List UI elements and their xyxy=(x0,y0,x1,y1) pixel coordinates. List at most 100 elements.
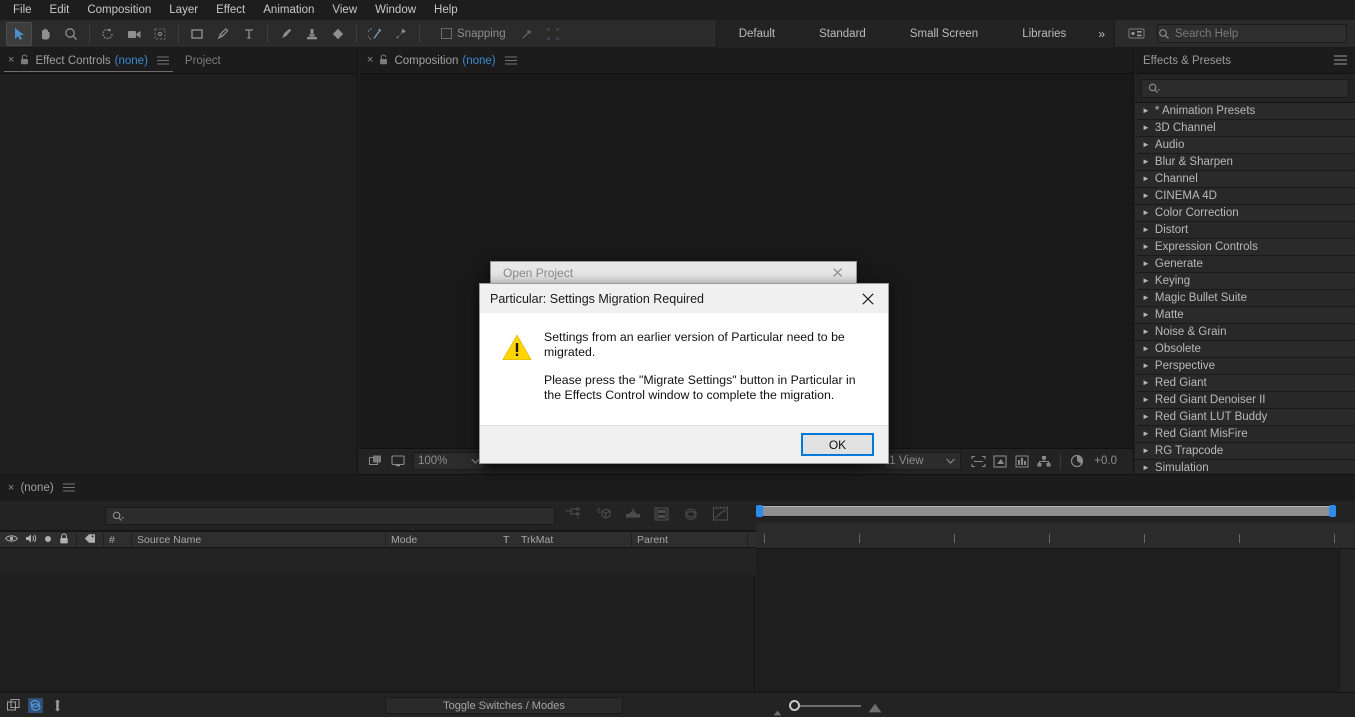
menu-item-animation[interactable]: Animation xyxy=(254,1,323,19)
composition-hierarchy-icon[interactable] xyxy=(565,506,582,527)
exposure-icon[interactable] xyxy=(1066,452,1088,471)
work-area-track[interactable] xyxy=(756,505,1336,517)
zoom-slider-track[interactable] xyxy=(793,705,861,707)
audio-icon[interactable] xyxy=(25,533,37,547)
timeline-layers-area[interactable] xyxy=(0,575,755,692)
timeline-keyframe-canvas[interactable] xyxy=(756,549,1341,692)
effects-category-row[interactable]: ► Audio xyxy=(1135,137,1355,154)
effects-presets-category-list[interactable]: ► * Animation Presets ► 3D Channel ► Audio ► Bl… xyxy=(1135,102,1355,477)
disclosure-triangle-icon[interactable]: ► xyxy=(1142,294,1150,302)
panel-menu-icon[interactable] xyxy=(504,52,517,70)
effects-category-row[interactable]: ► Red Giant LUT Buddy xyxy=(1135,409,1355,426)
effects-category-row[interactable]: ► Red Giant MisFire xyxy=(1135,426,1355,443)
effects-category-row[interactable]: ► Generate xyxy=(1135,256,1355,273)
disclosure-triangle-icon[interactable]: ► xyxy=(1142,379,1150,387)
column-header-parent[interactable]: Parent xyxy=(632,534,747,546)
menu-item-help[interactable]: Help xyxy=(425,1,467,19)
effects-category-row[interactable]: ► Distort xyxy=(1135,222,1355,239)
3d-renderer-icon[interactable] xyxy=(594,506,612,527)
timeline-vertical-scrollbar[interactable] xyxy=(1341,549,1355,692)
disclosure-triangle-icon[interactable]: ► xyxy=(1142,396,1150,404)
effects-category-row[interactable]: ► Red Giant Denoiser II xyxy=(1135,392,1355,409)
lock-icon[interactable] xyxy=(20,52,29,70)
column-header-trkmat[interactable]: TrkMat xyxy=(516,534,631,546)
lock-icon[interactable] xyxy=(59,532,69,547)
ok-button[interactable]: OK xyxy=(801,433,874,456)
disclosure-triangle-icon[interactable]: ► xyxy=(1142,311,1150,319)
snapping-checkbox[interactable] xyxy=(441,28,452,39)
tab-timeline[interactable]: × (none) xyxy=(0,475,83,501)
disclosure-triangle-icon[interactable]: ► xyxy=(1142,141,1150,149)
menu-item-window[interactable]: Window xyxy=(366,1,425,19)
brush-tool[interactable] xyxy=(273,22,299,46)
disclosure-triangle-icon[interactable]: ► xyxy=(1142,192,1150,200)
column-header-mode[interactable]: Mode xyxy=(386,534,498,546)
disclosure-triangle-icon[interactable]: ► xyxy=(1142,124,1150,132)
workspace-default[interactable]: Default xyxy=(717,20,797,48)
column-header-index[interactable]: # xyxy=(104,534,131,546)
timeline-search-input[interactable] xyxy=(105,507,555,525)
frame-blending-icon[interactable] xyxy=(654,507,670,526)
rotation-tool[interactable] xyxy=(95,22,121,46)
view-layout-icon[interactable] xyxy=(1033,452,1055,471)
disclosure-triangle-icon[interactable]: ► xyxy=(1142,260,1150,268)
workspace-settings-icon[interactable] xyxy=(1123,22,1149,46)
column-header-track-matte-t[interactable]: T xyxy=(498,534,516,546)
disclosure-triangle-icon[interactable]: ► xyxy=(1142,107,1150,115)
search-help-box[interactable]: Search Help xyxy=(1157,24,1347,43)
snapping-bounds-icon[interactable] xyxy=(540,22,566,46)
enable-frame-blending-icon[interactable] xyxy=(50,698,65,713)
menu-item-composition[interactable]: Composition xyxy=(78,1,160,19)
hand-tool[interactable] xyxy=(32,22,58,46)
effects-category-row[interactable]: ► * Animation Presets xyxy=(1135,103,1355,120)
close-icon[interactable]: ✕ xyxy=(819,266,856,281)
disclosure-triangle-icon[interactable]: ► xyxy=(1142,413,1150,421)
workspace-overflow-chevron-icon[interactable]: » xyxy=(1088,27,1114,41)
menu-item-layer[interactable]: Layer xyxy=(160,1,207,19)
clone-stamp-tool[interactable] xyxy=(299,22,325,46)
video-visibility-icon[interactable] xyxy=(4,534,19,546)
disclosure-triangle-icon[interactable]: ► xyxy=(1142,447,1150,455)
effects-category-row[interactable]: ► Red Giant xyxy=(1135,375,1355,392)
close-icon[interactable]: × xyxy=(8,482,14,494)
tab-effect-controls[interactable]: × Effect Controls (none) xyxy=(0,48,177,74)
effects-category-row[interactable]: ► RG Trapcode xyxy=(1135,443,1355,460)
effects-category-row[interactable]: ► 3D Channel xyxy=(1135,120,1355,137)
close-icon[interactable] xyxy=(848,284,888,313)
puppet-pin-tool[interactable] xyxy=(388,22,414,46)
toggle-switches-modes-button[interactable]: Toggle Switches / Modes xyxy=(385,697,623,714)
disclosure-triangle-icon[interactable]: ► xyxy=(1142,430,1150,438)
panel-menu-icon[interactable] xyxy=(156,52,169,70)
column-header-source-name[interactable]: Source Name xyxy=(132,534,385,546)
disclosure-triangle-icon[interactable]: ► xyxy=(1142,362,1150,370)
selection-tool[interactable] xyxy=(6,21,32,46)
effects-category-row[interactable]: ► Expression Controls xyxy=(1135,239,1355,256)
roto-brush-tool[interactable] xyxy=(362,22,388,46)
panel-menu-icon[interactable] xyxy=(62,479,75,497)
zoom-out-icon[interactable] xyxy=(773,703,782,717)
effects-category-row[interactable]: ► Magic Bullet Suite xyxy=(1135,290,1355,307)
panel-menu-icon[interactable] xyxy=(1334,52,1347,70)
workspace-libraries[interactable]: Libraries xyxy=(1000,20,1088,48)
transparency-grid-icon[interactable] xyxy=(989,452,1011,471)
menu-item-file[interactable]: File xyxy=(4,1,41,19)
pen-tool[interactable] xyxy=(210,22,236,46)
workspace-small-screen[interactable]: Small Screen xyxy=(888,20,1000,48)
disclosure-triangle-icon[interactable]: ► xyxy=(1142,243,1150,251)
label-color-icon[interactable] xyxy=(77,533,103,547)
zoom-level-select[interactable]: 100% xyxy=(413,452,485,470)
disclosure-triangle-icon[interactable]: ► xyxy=(1142,345,1150,353)
pan-behind-tool[interactable] xyxy=(147,22,173,46)
effects-category-row[interactable]: ► Blur & Sharpen xyxy=(1135,154,1355,171)
main-viewer-icon[interactable] xyxy=(387,452,409,471)
effects-category-row[interactable]: ► Obsolete xyxy=(1135,341,1355,358)
region-of-interest-icon[interactable] xyxy=(967,452,989,471)
work-area-end-handle[interactable] xyxy=(1329,505,1336,517)
work-area-start-handle[interactable] xyxy=(756,505,763,517)
effects-category-row[interactable]: ► Keying xyxy=(1135,273,1355,290)
timeline-ruler[interactable] xyxy=(756,523,1355,549)
disclosure-triangle-icon[interactable]: ► xyxy=(1142,158,1150,166)
hide-shy-layers-icon[interactable] xyxy=(28,697,43,713)
effects-category-row[interactable]: ► CINEMA 4D xyxy=(1135,188,1355,205)
camera-tool[interactable] xyxy=(121,22,147,46)
